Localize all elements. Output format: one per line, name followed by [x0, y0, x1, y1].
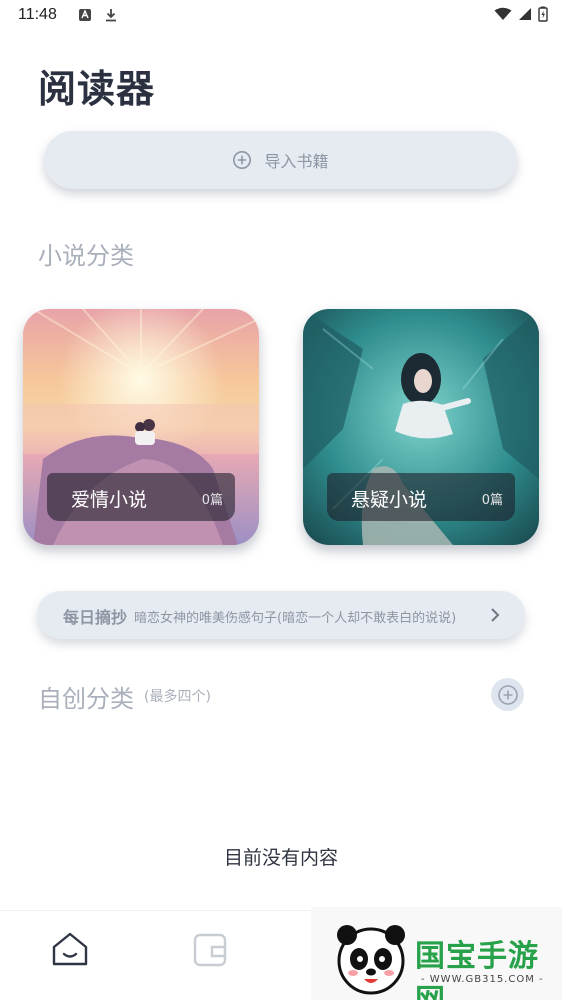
category-count: 0篇	[481, 493, 503, 508]
category-name: 爱情小说	[71, 489, 148, 511]
wallet-icon[interactable]	[192, 931, 228, 969]
notification-app-icon	[79, 9, 91, 21]
home-icon[interactable]	[50, 929, 90, 969]
signal-icon	[519, 8, 531, 20]
status-indicators	[494, 6, 548, 22]
battery-icon	[538, 6, 548, 22]
daily-excerpt-bar[interactable]: 每日摘抄 暗恋女神的唯美伤感句子(暗恋一个人却不敢表白的说说)	[37, 591, 525, 639]
status-bar: 11:48	[0, 0, 562, 34]
card-label-bar: 悬疑小说 0篇	[327, 473, 515, 521]
watermark-url: - WWW.GB315.COM -	[421, 974, 544, 985]
daily-excerpt-text: 暗恋女神的唯美伤感句子(暗恋一个人却不敢表白的说说)	[134, 611, 457, 626]
category-count: 0篇	[201, 493, 223, 508]
download-icon	[106, 9, 116, 22]
card-label-bar: 爱情小说 0篇	[47, 473, 235, 521]
site-watermark: 国宝手游网 - WWW.GB315.COM -	[311, 907, 562, 1000]
status-time: 11:48	[18, 6, 57, 23]
wifi-icon	[494, 7, 512, 20]
category-name: 悬疑小说	[351, 489, 428, 511]
plus-circle-icon	[233, 151, 252, 169]
empty-state-text: 目前没有内容	[223, 847, 338, 869]
panda-logo	[337, 925, 405, 995]
daily-excerpt-label: 每日摘抄	[63, 608, 128, 627]
add-category-button[interactable]	[491, 678, 524, 711]
custom-category-limit: (最多四个)	[144, 689, 211, 705]
novel-category-heading: 小说分类	[38, 242, 134, 270]
chevron-right-icon	[491, 608, 500, 622]
page-title: 阅读器	[38, 67, 156, 111]
custom-category-heading: 自创分类	[38, 685, 134, 713]
import-books-label: 导入书籍	[264, 152, 329, 171]
category-card-romance[interactable]: 爱情小说 0篇	[23, 309, 259, 545]
category-card-mystery[interactable]: 悬疑小说 0篇	[303, 309, 539, 545]
watermark-brand: 国宝手游网	[415, 939, 539, 1000]
plus-circle-icon	[497, 684, 518, 705]
import-books-button[interactable]: 导入书籍	[44, 131, 517, 189]
